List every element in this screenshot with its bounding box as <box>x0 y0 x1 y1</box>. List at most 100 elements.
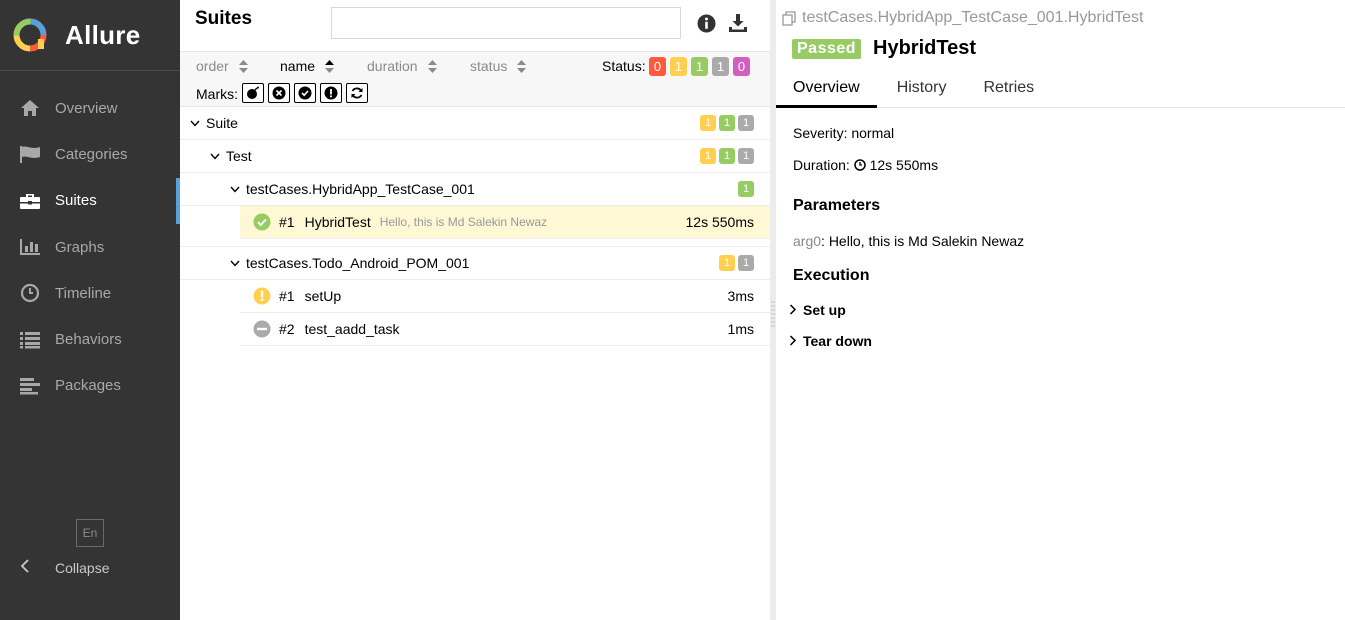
test-case-row[interactable]: #1 setUp 3ms <box>240 280 770 313</box>
parameters-heading: Parameters <box>793 197 881 214</box>
collapse-button[interactable]: Collapse <box>20 559 109 576</box>
passed-count-badge: 1 <box>719 148 735 164</box>
status-unknown-badge[interactable]: 0 <box>733 57 750 76</box>
chevron-down-icon <box>190 120 200 127</box>
sort-icon <box>517 59 527 73</box>
sort-name-label: name <box>280 58 316 74</box>
mark-passed-button[interactable] <box>294 83 316 103</box>
setup-section[interactable]: Set up <box>789 294 1024 325</box>
status-passed-badge[interactable]: 1 <box>691 57 708 76</box>
sidebar-item-suites[interactable]: Suites <box>0 177 180 224</box>
test-detail-pane: testCases.HybridApp_TestCase_001.HybridT… <box>776 0 1345 620</box>
sidebar-item-label: Categories <box>55 145 128 163</box>
tree-node-test[interactable]: Test 1 1 1 <box>180 140 770 173</box>
status-failed-badge[interactable]: 0 <box>649 57 666 76</box>
marks-label: Marks: <box>196 86 238 102</box>
skipped-status-icon <box>253 320 271 338</box>
parameter-name: arg0 <box>793 233 822 249</box>
duration-label: Duration: <box>793 157 850 173</box>
mark-failed-button[interactable] <box>268 83 290 103</box>
sort-duration[interactable]: duration <box>367 58 437 74</box>
tree-node-label: Suite <box>206 115 238 131</box>
test-case-row[interactable]: #1 HybridTest Hello, this is Md Salekin … <box>240 206 770 239</box>
allure-logo-icon <box>12 17 48 53</box>
logo[interactable]: Allure <box>0 0 180 71</box>
download-button[interactable] <box>727 12 749 34</box>
mark-retries-button[interactable] <box>346 83 368 103</box>
test-case-number: #1 <box>279 288 295 304</box>
sort-status[interactable]: status <box>470 58 527 74</box>
node-counts: 1 1 <box>719 255 754 271</box>
mark-bomb-button[interactable] <box>242 83 264 103</box>
breadcrumb-text: testCases.HybridApp_TestCase_001.HybridT… <box>802 9 1144 26</box>
sidebar-item-categories[interactable]: Categories <box>0 131 180 177</box>
filter-bar: order name duration status Status: 0 1 1… <box>180 51 770 107</box>
tree-node-label: testCases.HybridApp_TestCase_001 <box>246 181 475 197</box>
app-title: Allure <box>65 19 141 50</box>
test-case-row[interactable]: #2 test_aadd_task 1ms <box>240 313 770 346</box>
detail-tabs: Overview History Retries <box>776 68 1345 108</box>
refresh-icon <box>351 87 363 99</box>
home-icon <box>18 98 41 118</box>
sidebar-item-label: Timeline <box>55 284 112 302</box>
sidebar-item-timeline[interactable]: Timeline <box>0 270 180 316</box>
exclamation-circle-icon <box>324 86 338 100</box>
language-toggle[interactable]: En <box>76 519 104 547</box>
sidebar-item-packages[interactable]: Packages <box>0 363 180 409</box>
tab-retries[interactable]: Retries <box>966 68 1051 108</box>
node-counts: 1 1 1 <box>700 148 754 164</box>
page-title: Suites <box>195 8 253 29</box>
briefcase-icon <box>18 191 41 211</box>
status-broken-badge[interactable]: 1 <box>670 57 687 76</box>
tree-node-group[interactable]: testCases.HybridApp_TestCase_001 1 <box>180 173 770 206</box>
clock-icon <box>853 159 866 171</box>
sidebar-item-behaviors[interactable]: Behaviors <box>0 316 180 362</box>
test-case-name: setUp <box>304 288 342 304</box>
search-input[interactable] <box>331 7 681 39</box>
marks-filter <box>242 83 368 103</box>
sidebar-item-label: Packages <box>55 377 121 395</box>
sidebar: Allure Overview Categories Suites Graphs… <box>0 0 180 620</box>
tab-history[interactable]: History <box>880 68 964 108</box>
download-icon <box>729 14 747 32</box>
tree-node-group[interactable]: testCases.Todo_Android_POM_001 1 1 <box>180 247 770 280</box>
info-icon <box>697 14 715 32</box>
sidebar-item-graphs[interactable]: Graphs <box>0 224 180 270</box>
mark-flaky-button[interactable] <box>320 83 342 103</box>
severity-value: normal <box>851 125 895 141</box>
passed-status-icon <box>253 213 271 231</box>
test-case-duration: 1ms <box>727 321 754 337</box>
sort-asc-icon <box>325 59 335 73</box>
severity-line: Severity: normal <box>793 123 1024 143</box>
sort-icon <box>427 59 437 73</box>
sort-duration-label: duration <box>367 58 418 74</box>
sidebar-nav: Overview Categories Suites Graphs Timeli… <box>0 85 180 409</box>
parameter-separator: : <box>821 233 829 249</box>
sort-order[interactable]: order <box>196 58 248 74</box>
status-skipped-badge[interactable]: 1 <box>712 57 729 76</box>
broken-count-badge: 1 <box>700 148 716 164</box>
drag-handle-icon[interactable] <box>771 300 775 328</box>
flag-icon <box>18 144 41 164</box>
chevron-down-icon <box>230 186 240 193</box>
duration-line: Duration: 12s 550ms <box>793 155 1024 175</box>
test-case-name: HybridTest <box>304 214 371 230</box>
sidebar-item-label: Behaviors <box>55 331 122 349</box>
clock-icon <box>18 283 41 303</box>
teardown-section[interactable]: Tear down <box>789 325 1024 356</box>
chevron-right-icon <box>789 304 797 315</box>
sort-name[interactable]: name <box>280 58 335 74</box>
sort-status-label: status <box>470 58 508 74</box>
test-case-number: #1 <box>279 214 295 230</box>
breadcrumb[interactable]: testCases.HybridApp_TestCase_001.HybridT… <box>782 9 1144 27</box>
tab-overview[interactable]: Overview <box>776 68 877 108</box>
node-counts: 1 1 1 <box>700 115 754 131</box>
broken-count-badge: 1 <box>700 115 716 131</box>
list-icon <box>18 330 41 350</box>
align-left-icon <box>18 376 41 396</box>
info-button[interactable] <box>695 12 717 34</box>
sidebar-item-overview[interactable]: Overview <box>0 85 180 131</box>
sidebar-item-label: Overview <box>55 99 118 117</box>
tree-node-suite[interactable]: Suite 1 1 1 <box>180 107 770 140</box>
test-case-description: Hello, this is Md Salekin Newaz <box>379 215 548 229</box>
